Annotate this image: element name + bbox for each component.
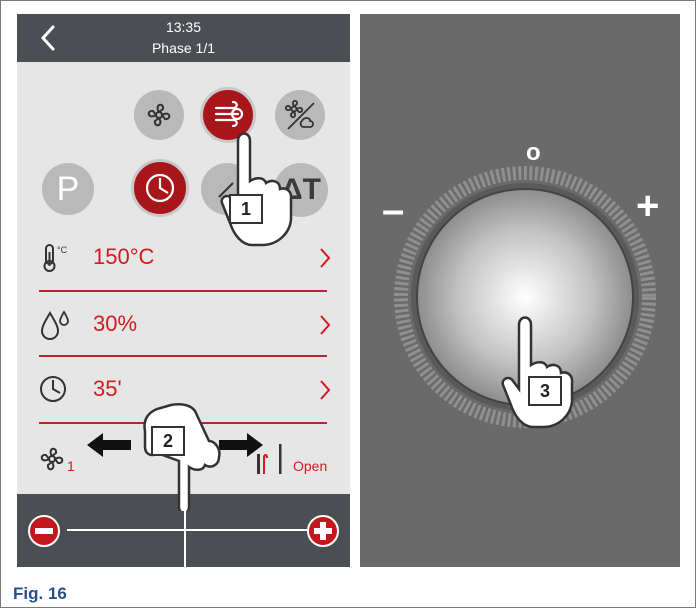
chevron-right-icon [320, 248, 331, 268]
hand-pointer-icon [501, 316, 574, 429]
control-knob-panel: o – + [360, 14, 680, 567]
clock-time: 13:35 [165, 19, 202, 35]
arrow-left-icon [87, 433, 131, 457]
hand-pointer-icon [143, 403, 221, 511]
top-bar: 13:35 Phase 1/1 [17, 14, 350, 62]
callout-badge-2: 2 [151, 426, 185, 456]
callout-badge-1: 1 [229, 194, 263, 224]
fan-level-label: 1 [67, 458, 75, 474]
figure-frame: 13:35 Phase 1/1 P ΔT °C 150°C 30% 35' 1 … [0, 0, 696, 608]
slider-thumb-line[interactable] [184, 504, 186, 567]
fan-mode-button[interactable] [134, 90, 184, 140]
hand-pointer-icon [220, 132, 293, 247]
divider [39, 290, 327, 292]
vent-icon [257, 444, 282, 474]
temperature-value: 150°C [93, 244, 155, 269]
chevron-right-icon [320, 315, 331, 335]
chevron-right-icon [320, 380, 331, 400]
divider [39, 355, 327, 357]
fan-icon [40, 447, 64, 471]
humidity-value: 30% [93, 311, 138, 336]
temperature-row[interactable]: °C 150°C [17, 230, 350, 288]
fan-icon [147, 103, 171, 127]
thermometer-icon: °C [43, 244, 68, 272]
humidity-drops-icon [40, 310, 69, 340]
celsius-mark: °C [57, 245, 68, 255]
phase-indicator: Phase 1/1 [151, 40, 216, 56]
figure-caption: Fig. 16 [13, 584, 67, 603]
timer-button[interactable] [131, 159, 189, 217]
vent-status-label: Open [293, 458, 328, 474]
clock-icon [40, 376, 66, 402]
program-button[interactable]: P [42, 163, 94, 215]
plus-button-icon[interactable] [306, 514, 340, 548]
humidity-row[interactable]: 30% [17, 297, 350, 355]
slider-track[interactable] [67, 529, 307, 531]
clock-icon [145, 173, 175, 203]
minus-button-icon[interactable] [27, 514, 61, 548]
time-value: 35' [93, 376, 122, 401]
callout-badge-3: 3 [528, 376, 562, 406]
program-label: P [56, 169, 80, 208]
